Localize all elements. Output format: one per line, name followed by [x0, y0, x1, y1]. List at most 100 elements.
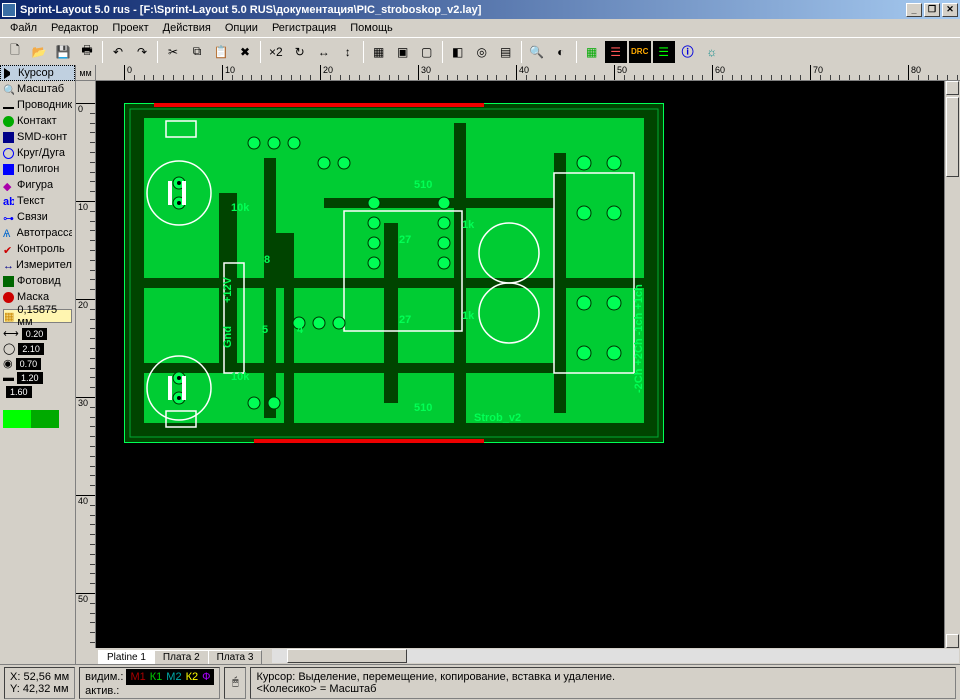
pad-out-icon: ◯ [3, 342, 15, 355]
svg-text:4: 4 [297, 324, 304, 336]
prop-val-4[interactable]: 1.60 [6, 386, 32, 398]
tool-smd[interactable]: SMD-конт [0, 129, 75, 145]
redo-icon[interactable]: ↷ [131, 41, 153, 63]
menu-actions[interactable]: Действия [157, 21, 217, 35]
mirror-h-icon[interactable]: ↔ [313, 41, 335, 63]
snap-icon[interactable]: ▢ [416, 41, 438, 63]
drill-icon[interactable]: ◎ [471, 41, 493, 63]
library-icon[interactable]: ☰ [605, 41, 627, 63]
menu-help[interactable]: Помощь [344, 21, 399, 35]
tool-polygon[interactable]: Полигон [0, 161, 75, 177]
window-title: Sprint-Layout 5.0 rus - [F:\Sprint-Layou… [20, 4, 904, 16]
svg-text:510: 510 [414, 402, 432, 414]
export-icon[interactable]: ▦ [581, 41, 603, 63]
menu-edit[interactable]: Редактор [45, 21, 104, 35]
tab-plata-3[interactable]: Плата 3 [208, 650, 263, 664]
tool-photoview[interactable]: Фотовид [0, 273, 75, 289]
tool-cursor[interactable]: Курсор [0, 65, 75, 81]
tool-measure[interactable]: ↔Измеритель [0, 257, 75, 273]
undo-icon[interactable]: ↶ [107, 41, 129, 63]
svg-text:5: 5 [262, 324, 268, 336]
hint-panel: Курсор: Выделение, перемещение, копирова… [250, 667, 956, 699]
layer-panel: видим.: М1 К1 М2 К2 Ф актив.: [79, 667, 220, 699]
ground-icon[interactable]: ▤ [495, 41, 517, 63]
canvas[interactable]: 10k 10k 510 510 1k 1k 27 27 5 4 8 Strob_… [96, 81, 944, 648]
svg-text:-2Ch +2Ch -1ch +1ch: -2Ch +2Ch -1ch +1ch [633, 284, 645, 393]
save-icon[interactable]: 💾 [52, 41, 74, 63]
ruler-unit: мм [76, 65, 96, 81]
prop-val-3[interactable]: 1.20 [17, 372, 43, 384]
print-icon[interactable]: 🖶 [76, 41, 98, 63]
duplicate-icon[interactable]: ×2 [265, 41, 287, 63]
delete-icon[interactable]: ✖ [234, 41, 256, 63]
svg-text:8: 8 [264, 254, 270, 266]
layer-swatch[interactable] [3, 410, 61, 448]
settings-icon[interactable]: ☼ [701, 41, 723, 63]
new-icon[interactable]: 🗋 [4, 41, 26, 63]
coord-panel: X: 52,56 мм Y: 42,32 мм [4, 667, 75, 699]
minimize-button[interactable]: _ [906, 3, 922, 17]
svg-text:+12V: +12V [222, 276, 234, 303]
open-icon[interactable]: 📂 [28, 41, 50, 63]
align-icon[interactable]: ▦ [368, 41, 390, 63]
paste-icon[interactable]: 📋 [210, 41, 232, 63]
gerber-icon[interactable]: ☰ [653, 41, 675, 63]
ruler-vertical: 01020304050 [76, 81, 96, 648]
tool-track[interactable]: Проводник [0, 97, 75, 113]
smd-w-icon: ▬ [3, 372, 14, 384]
drc-icon[interactable]: DRC [629, 41, 651, 63]
board-tabs: Platine 1 Плата 2 Плата 3 [76, 648, 261, 664]
group-icon[interactable]: ▣ [392, 41, 414, 63]
mirror-v-icon[interactable]: ↕ [337, 41, 359, 63]
properties-panel: ▦0,15875 мм ⟷0.20 ◯2.10 ◉0.70 ▬1.20 1.60 [0, 305, 75, 404]
cut-icon[interactable]: ✂ [162, 41, 184, 63]
copy-icon[interactable]: ⧉ [186, 41, 208, 63]
coord-y: Y: 42,32 мм [10, 683, 69, 695]
rotate-icon[interactable]: ↻ [289, 41, 311, 63]
statusbar: X: 52,56 мм Y: 42,32 мм видим.: М1 К1 М2… [0, 664, 960, 700]
maximize-button[interactable]: ❐ [924, 3, 940, 17]
ruler-horizontal: 01020304050607080 [96, 65, 960, 81]
grid-value[interactable]: ▦0,15875 мм [3, 309, 72, 323]
tool-pad[interactable]: Контакт [0, 113, 75, 129]
tool-connections[interactable]: ⊶Связи [0, 209, 75, 225]
width-icon: ⟷ [3, 327, 19, 340]
tool-test[interactable]: ✔Контроль [0, 241, 75, 257]
prop-val-2[interactable]: 0.70 [16, 358, 42, 370]
info-icon[interactable]: ⓘ [677, 41, 699, 63]
workspace: мм 01020304050607080 01020304050 [76, 65, 960, 664]
svg-text:1k: 1k [462, 310, 475, 322]
pcb-board: 10k 10k 510 510 1k 1k 27 27 5 4 8 Strob_… [124, 103, 664, 443]
svg-text:Gnd: Gnd [222, 326, 234, 348]
tool-shape[interactable]: ◆Фигура [0, 177, 75, 193]
svg-text:510: 510 [414, 179, 432, 191]
menu-project[interactable]: Проект [106, 21, 154, 35]
svg-text:10k: 10k [231, 371, 250, 383]
tool-zoom[interactable]: 🔍Масштаб [0, 81, 75, 97]
titlebar: Sprint-Layout 5.0 rus - [F:\Sprint-Layou… [0, 0, 960, 19]
tool-autoroute[interactable]: ѦАвтотрасса [0, 225, 75, 241]
close-button[interactable]: ✕ [942, 3, 958, 17]
app-icon [2, 3, 16, 17]
tab-platine-1[interactable]: Platine 1 [98, 650, 155, 664]
tool-circle[interactable]: Круг/Дуга [0, 145, 75, 161]
menu-options[interactable]: Опции [219, 21, 264, 35]
prop-val-0[interactable]: 0.20 [22, 328, 48, 340]
menu-register[interactable]: Регистрация [266, 21, 342, 35]
svg-text:Strob_v2: Strob_v2 [474, 412, 521, 424]
tool-text[interactable]: ab|Текст [0, 193, 75, 209]
svg-text:27: 27 [399, 314, 411, 326]
svg-text:1k: 1k [462, 219, 475, 231]
contrast-icon[interactable]: ◐ [550, 41, 572, 63]
prop-val-1[interactable]: 2.10 [18, 343, 44, 355]
zoom-icon[interactable]: 🔍 [526, 41, 548, 63]
svg-text:27: 27 [399, 234, 411, 246]
tool-mask[interactable]: Маска [0, 289, 75, 305]
mouse-icon: 🖱 [224, 667, 246, 699]
vertical-scrollbar[interactable] [944, 81, 960, 648]
menu-file[interactable]: Файл [4, 21, 43, 35]
tab-plata-2[interactable]: Плата 2 [154, 650, 209, 664]
horizontal-scrollbar[interactable] [271, 648, 960, 664]
layer-icon[interactable]: ◧ [447, 41, 469, 63]
toolbar: 🗋 📂 💾 🖶 ↶ ↷ ✂ ⧉ 📋 ✖ ×2 ↻ ↔ ↕ ▦ ▣ ▢ ◧ ◎ ▤… [0, 37, 960, 65]
